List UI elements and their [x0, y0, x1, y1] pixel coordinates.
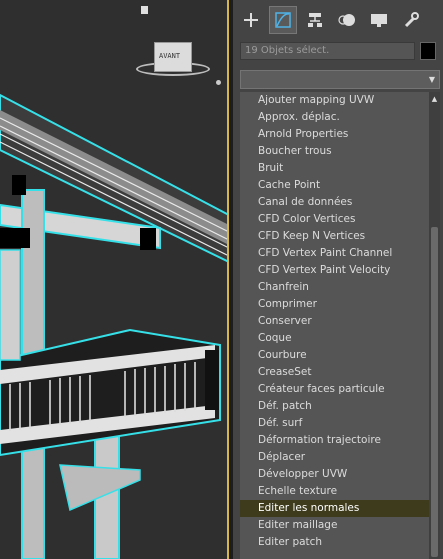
motion-icon	[338, 14, 355, 26]
viewcube-home-dot[interactable]	[216, 80, 221, 85]
modifier-list-scrollbar[interactable]: ▲	[429, 92, 440, 559]
list-item[interactable]: CFD Vertex Paint Velocity	[240, 262, 429, 279]
tab-display[interactable]	[365, 6, 393, 34]
tab-modify[interactable]	[269, 6, 297, 34]
list-item[interactable]: CFD Color Vertices	[240, 211, 429, 228]
plus-icon	[244, 13, 258, 27]
list-item[interactable]: Approx. déplac.	[240, 109, 429, 126]
list-item[interactable]: Développer UVW	[240, 466, 429, 483]
list-item[interactable]: Courbure	[240, 347, 429, 364]
list-item[interactable]: Comprimer	[240, 296, 429, 313]
modifier-list-dropdown[interactable]: ▼	[240, 70, 440, 89]
list-item[interactable]: Ajouter mapping UVW	[240, 92, 429, 109]
tab-hierarchy[interactable]	[301, 6, 329, 34]
list-item[interactable]: Déformation trajectoire	[240, 432, 429, 449]
list-item[interactable]: Echelle texture	[240, 483, 429, 500]
list-item[interactable]: Cache Point	[240, 177, 429, 194]
modifier-list[interactable]: Ajouter mapping UVW Approx. déplac. Arnold…	[240, 92, 429, 559]
list-item[interactable]: Editer patch	[240, 534, 429, 551]
list-item[interactable]: Conserver	[240, 313, 429, 330]
list-item[interactable]: Boucher trous	[240, 143, 429, 160]
object-color-swatch[interactable]	[420, 42, 436, 60]
list-item[interactable]: Coque	[240, 330, 429, 347]
selection-name-field[interactable]: 19 Objets sélect.	[240, 42, 415, 60]
wrench-icon	[404, 12, 419, 28]
viewcube[interactable]: AVANT	[134, 38, 221, 85]
list-item[interactable]: Editer les normales	[240, 500, 429, 517]
command-panel-tabs	[233, 0, 443, 36]
modify-curve-icon	[275, 12, 291, 28]
list-item[interactable]: Canal de données	[240, 194, 429, 211]
hierarchy-icon	[308, 13, 322, 27]
list-item[interactable]: Bruit	[240, 160, 429, 177]
list-item[interactable]: Déplacer	[240, 449, 429, 466]
tab-utilities[interactable]	[397, 6, 425, 34]
viewcube-face[interactable]: AVANT	[154, 42, 192, 72]
viewcube-label: AVANT	[159, 52, 181, 60]
command-panel: 19 Objets sélect. ▼ Ajouter mapping UVW A…	[233, 0, 443, 559]
list-item[interactable]: CreaseSet	[240, 364, 429, 381]
list-item[interactable]: CFD Keep N Vertices	[240, 228, 429, 245]
scroll-up-icon[interactable]: ▲	[429, 94, 440, 104]
list-item[interactable]: Déf. surf	[240, 415, 429, 432]
tab-motion[interactable]	[333, 6, 361, 34]
list-item[interactable]: CFD Vertex Paint Channel	[240, 245, 429, 262]
scrollbar-thumb[interactable]	[431, 227, 438, 557]
list-item[interactable]: Editer maillage	[240, 517, 429, 534]
dropdown-arrow-icon: ▼	[428, 75, 435, 84]
viewport-perspective[interactable]: AVANT	[0, 0, 229, 559]
tab-create[interactable]	[237, 6, 265, 34]
list-item[interactable]: Créateur faces particule	[240, 381, 429, 398]
list-item[interactable]: Arnold Properties	[240, 126, 429, 143]
monitor-icon	[371, 14, 387, 27]
list-item[interactable]: Déf. patch	[240, 398, 429, 415]
list-item[interactable]: Chanfrein	[240, 279, 429, 296]
